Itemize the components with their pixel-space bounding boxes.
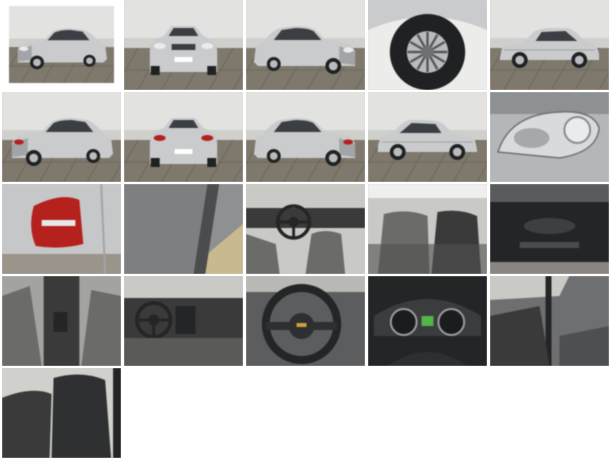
seat: [305, 231, 346, 274]
gallery-thumbnail[interactable]: [2, 368, 121, 458]
rim: [515, 55, 525, 65]
car-window: [168, 28, 199, 36]
gallery-thumbnail[interactable]: [124, 184, 243, 274]
gallery-thumbnail[interactable]: [246, 276, 365, 366]
tire: [207, 66, 217, 75]
rim: [269, 152, 278, 160]
grille: [171, 44, 196, 50]
door-sill-photo: [124, 184, 243, 274]
car-rear-three-quarter-right-photo: [246, 92, 365, 182]
air-vent: [523, 218, 576, 234]
gallery-thumbnail[interactable]: [246, 92, 365, 182]
door-panel: [490, 306, 550, 366]
speedometer: [389, 308, 418, 336]
center-stack: [175, 306, 196, 334]
headlight-bulb: [563, 116, 592, 144]
rim: [328, 61, 338, 71]
gallery-thumbnail[interactable]: [2, 276, 121, 366]
photo-gallery-grid: [2, 0, 609, 458]
wheel-photo: [368, 0, 487, 90]
gallery-thumbnail[interactable]: [124, 92, 243, 182]
rim: [328, 153, 338, 163]
interior-front-photo: [246, 184, 365, 274]
hub-cap: [421, 46, 434, 58]
car-side-photo: [490, 0, 609, 90]
gallery-thumbnail[interactable]: [124, 0, 243, 90]
gallery-thumbnail[interactable]: [490, 276, 609, 366]
headlight: [201, 43, 214, 49]
license-plate: [174, 57, 193, 62]
headlight: [343, 47, 354, 53]
display: [421, 316, 434, 326]
tire: [150, 158, 160, 167]
gallery-thumbnail[interactable]: [368, 92, 487, 182]
tire: [207, 158, 217, 167]
seat: [51, 374, 112, 458]
rim: [269, 60, 278, 68]
gallery-thumbnail[interactable]: [124, 276, 243, 366]
gallery-thumbnail[interactable]: [368, 0, 487, 90]
door-interior-photo: [490, 276, 609, 366]
car-front-photo: [124, 0, 243, 90]
gallery-thumbnail[interactable]: [2, 184, 121, 274]
dashboard-photo: [124, 276, 243, 366]
gallery-thumbnail[interactable]: [368, 276, 487, 366]
car-rear-three-quarter-photo: [2, 92, 121, 182]
rim: [86, 57, 93, 65]
rim: [89, 152, 98, 160]
car-side-left-photo: [368, 92, 487, 182]
car-window: [168, 120, 199, 128]
license-plate: [174, 149, 193, 154]
headlight: [19, 46, 29, 52]
gallery-thumbnail[interactable]: [490, 92, 609, 182]
headlight-photo: [490, 92, 609, 182]
steering-wheel-photo: [246, 276, 365, 366]
gallery-thumbnail[interactable]: [368, 184, 487, 274]
car-rear-photo: [124, 92, 243, 182]
logo: [296, 323, 307, 327]
rim: [452, 147, 462, 157]
tachometer: [437, 308, 466, 336]
gallery-thumbnail[interactable]: [246, 0, 365, 90]
gallery-thumbnail[interactable]: [246, 184, 365, 274]
front-seat-photo: [2, 368, 121, 458]
headlight: [153, 43, 166, 49]
seat: [2, 390, 52, 458]
rim: [574, 55, 584, 65]
rim: [29, 153, 39, 163]
car-front-three-quarter-right-photo: [246, 0, 365, 90]
gallery-thumbnail[interactable]: [2, 92, 121, 182]
tire: [150, 66, 160, 75]
center-console-photo: [2, 276, 121, 366]
interior-rear-photo: [368, 184, 487, 274]
gallery-thumbnail[interactable]: [490, 184, 609, 274]
taillight: [13, 139, 24, 145]
taillight: [343, 139, 354, 145]
rim: [33, 58, 41, 67]
gallery-thumbnail[interactable]: [490, 0, 609, 90]
taillight: [201, 135, 214, 141]
taillight-photo: [2, 184, 121, 274]
gear-shift: [53, 312, 68, 332]
rim: [393, 147, 403, 157]
dashboard-top-photo: [490, 184, 609, 274]
instrument-cluster-photo: [368, 276, 487, 366]
taillight: [153, 135, 166, 141]
door-panel: [124, 184, 208, 274]
car-front-three-quarter-photo: [9, 6, 114, 83]
gallery-thumbnail[interactable]: [2, 0, 121, 90]
